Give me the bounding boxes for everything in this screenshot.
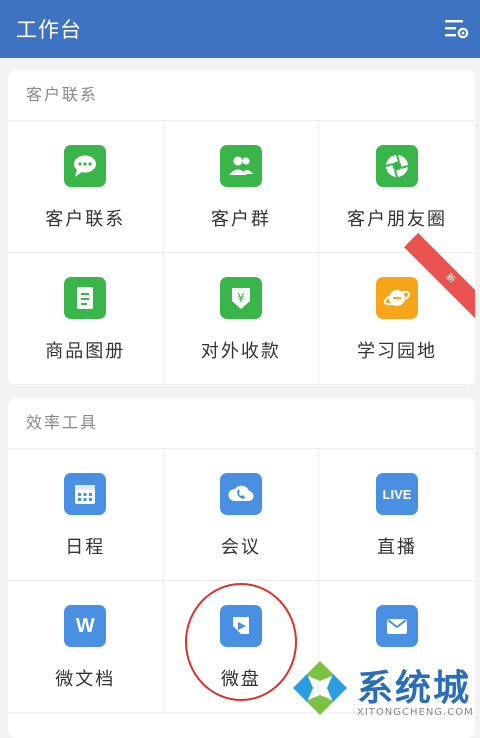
section-title: 效率工具	[8, 398, 475, 449]
tile-product-catalog[interactable]: 商品图册	[8, 253, 164, 385]
mail-icon	[375, 605, 418, 647]
aperture-icon	[375, 145, 418, 187]
doc-w-icon-text: W	[75, 614, 95, 637]
watermark-logo-icon	[293, 661, 347, 715]
calendar-icon	[64, 473, 107, 515]
section-title: 客户联系	[8, 70, 475, 121]
tile-learning-center[interactable]: 新 学习园地	[319, 233, 475, 385]
yuan-shield-icon: ¥	[219, 277, 262, 319]
planet-icon	[375, 277, 418, 319]
watermark-subtext: XITONGCHENG.COM	[357, 707, 474, 718]
tile-meeting[interactable]: 会议	[163, 449, 320, 581]
tile-label: 直播	[376, 537, 417, 558]
top-bar: 工作台	[0, 0, 480, 58]
tile-external-payment[interactable]: ¥ 对外收款	[163, 253, 320, 385]
svg-text:¥: ¥	[237, 291, 245, 305]
tile-label: 客户联系	[45, 209, 126, 230]
tile-label: 对外收款	[200, 341, 281, 362]
tile-customer-contact[interactable]: 客户联系	[8, 121, 164, 253]
list-settings-icon[interactable]	[444, 16, 470, 42]
group-people-icon	[219, 145, 262, 187]
chat-bubble-icon	[64, 145, 107, 187]
page-title: 工作台	[16, 18, 82, 42]
live-icon: LIVE	[375, 473, 418, 515]
tile-schedule[interactable]: 日程	[8, 449, 164, 581]
tile-label: 客户朋友圈	[346, 209, 447, 230]
tile-live[interactable]: LIVE 直播	[319, 449, 475, 581]
tile-label: 微文档	[55, 669, 116, 690]
tile-label: 日程	[65, 537, 106, 558]
tile-label: 会议	[220, 537, 261, 558]
watermark-text: 系统城	[357, 668, 472, 709]
tile-customer-moments[interactable]: 客户朋友圈	[319, 121, 475, 253]
cloud-phone-icon	[219, 473, 262, 515]
tile-micro-doc[interactable]: W 微文档	[8, 581, 164, 713]
catalog-icon	[64, 277, 107, 319]
live-icon-text: LIVE	[382, 486, 412, 502]
watermark: 系统城 XITONGCHENG.COM	[285, 655, 480, 730]
drive-icon	[219, 605, 262, 647]
tile-customer-group[interactable]: 客户群	[163, 121, 320, 253]
tile-label: 学习园地	[356, 341, 437, 362]
tile-label: 客户群	[210, 209, 271, 230]
section-customer-contact: 客户联系 客户联系 客户群 客户朋友圈 商品图册 ¥ 对外收款 新 学习园地	[8, 70, 475, 386]
doc-w-icon: W	[64, 605, 107, 647]
tile-label: 商品图册	[45, 341, 126, 362]
